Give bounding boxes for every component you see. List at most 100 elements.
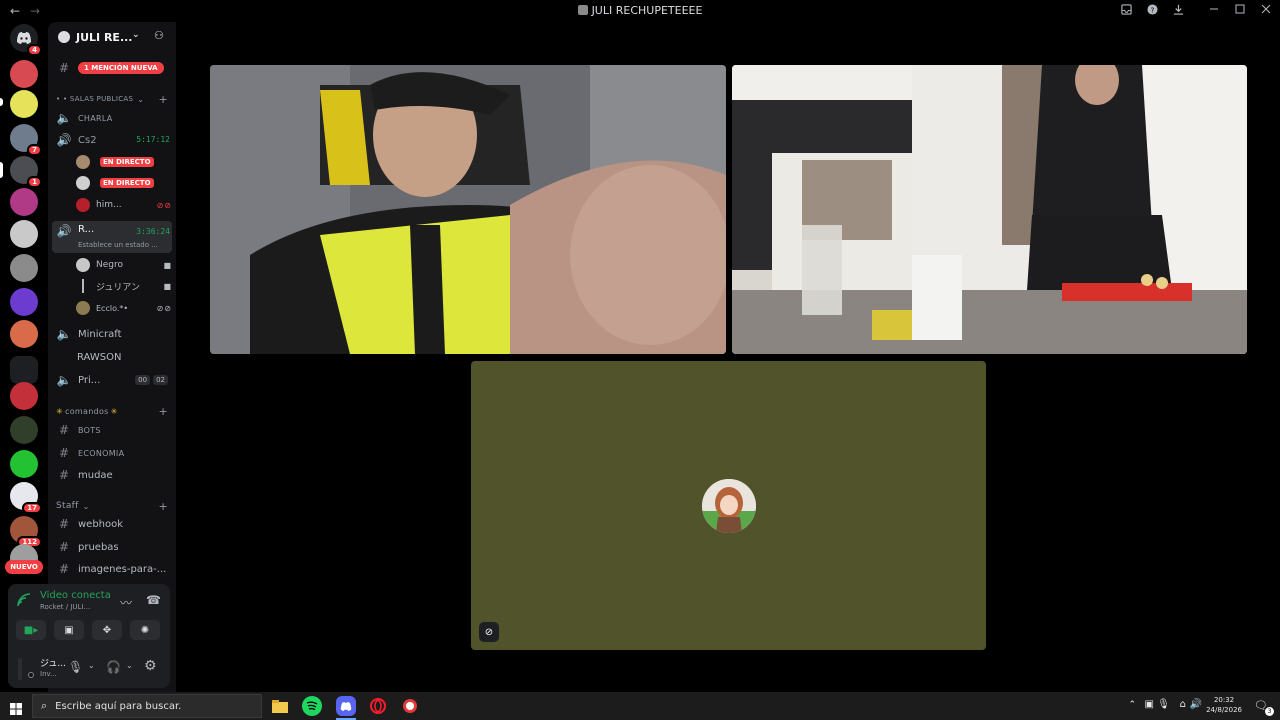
server-icon[interactable] bbox=[10, 416, 38, 444]
webcam-feed-person-in-jersey bbox=[210, 65, 726, 354]
back-arrow-icon[interactable]: ← bbox=[10, 4, 20, 18]
chevron-up-icon[interactable]: ⌃ bbox=[1128, 700, 1136, 710]
guild-header[interactable]: JULI RE... ⌄ ⚇ bbox=[48, 22, 176, 52]
server-icon[interactable] bbox=[10, 90, 38, 118]
category-salas-publicas[interactable]: • • SALAS PUBLICAS ⌄ + bbox=[56, 92, 168, 106]
text-channel-pruebas[interactable]: # pruebas bbox=[52, 537, 172, 557]
hash-icon: # bbox=[58, 423, 70, 437]
server-icon[interactable]: 17 bbox=[10, 482, 42, 514]
text-channel-economia[interactable]: # ECONOMIA bbox=[52, 443, 172, 463]
download-icon[interactable] bbox=[1172, 3, 1184, 15]
settings-gear-icon[interactable]: ⚙ bbox=[144, 658, 157, 674]
search-placeholder: Escribe aquí para buscar. bbox=[55, 700, 182, 712]
direct-messages-button[interactable]: 4 bbox=[10, 24, 42, 56]
voice-channel-private[interactable]: 🔈 Pri... 00 02 bbox=[52, 370, 172, 390]
voice-user-ecclo[interactable]: Ecclo.*• ⊘⊘ bbox=[76, 299, 172, 317]
category-comandos[interactable]: ✳ comandos ✳ + bbox=[56, 404, 168, 418]
inbox-icon[interactable] bbox=[1120, 3, 1132, 15]
channel-label: R... bbox=[78, 224, 95, 235]
server-icon[interactable]: 1 bbox=[10, 156, 42, 188]
chevron-down-icon[interactable]: ⌄ bbox=[126, 661, 133, 670]
server-icon[interactable] bbox=[10, 188, 38, 216]
network-icon[interactable]: ⌂ bbox=[1180, 699, 1186, 710]
category-staff[interactable]: Staff ⌄ + bbox=[56, 499, 168, 513]
server-icon[interactable] bbox=[10, 288, 38, 316]
chevron-down-icon[interactable]: ⌄ bbox=[88, 661, 95, 670]
server-icon[interactable] bbox=[10, 450, 38, 478]
server-icon[interactable] bbox=[10, 382, 38, 410]
headphones-icon[interactable]: 🎧 bbox=[106, 660, 121, 674]
app-launcher-icon[interactable] bbox=[400, 696, 420, 716]
voice-channel-current[interactable]: 🔊 R... 3:36:24 Establece un estado ... bbox=[52, 221, 172, 253]
tray-app-icon[interactable]: ▣ bbox=[1145, 699, 1154, 710]
signal-strength-icon[interactable] bbox=[16, 592, 34, 610]
maximize-icon[interactable] bbox=[1234, 3, 1246, 15]
unread-indicator bbox=[0, 98, 3, 106]
user-bar: ジュ... Inv... 🎙 ⌄ 🎧 ⌄ ⚙ bbox=[8, 650, 170, 688]
server-icon[interactable]: 7 bbox=[10, 124, 42, 156]
discord-taskbar-icon[interactable] bbox=[336, 696, 356, 716]
server-icon[interactable] bbox=[10, 320, 38, 348]
activities-button[interactable]: ✥ bbox=[92, 620, 122, 640]
server-icon[interactable] bbox=[10, 356, 38, 384]
video-tile-participant-3[interactable]: ⊘ bbox=[471, 361, 986, 650]
set-status-prompt[interactable]: Establece un estado ... bbox=[78, 241, 158, 249]
add-channel-icon[interactable]: + bbox=[158, 405, 168, 418]
microphone-icon[interactable]: 🎙 bbox=[68, 660, 83, 674]
voice-channel-charla[interactable]: 🔈 CHARLA bbox=[52, 108, 172, 128]
video-tile-participant-1[interactable] bbox=[210, 65, 726, 354]
hash-icon: # bbox=[58, 468, 70, 482]
soundboard-button[interactable]: ✺ bbox=[130, 620, 160, 640]
file-explorer-icon[interactable] bbox=[270, 696, 290, 716]
voice-channel-minicraft[interactable]: 🔈 Minicraft bbox=[52, 324, 172, 344]
text-channel-bots[interactable]: # BOTS bbox=[52, 420, 172, 440]
voice-user-live-2[interactable]: EN DIRECTO bbox=[76, 174, 172, 192]
voice-user-him[interactable]: him... ⊘⊘ bbox=[76, 196, 172, 214]
new-servers-pill[interactable]: NUEVO bbox=[5, 560, 43, 574]
noise-suppression-icon[interactable]: 〰 bbox=[120, 594, 132, 611]
text-channel-mudae[interactable]: # mudae bbox=[52, 465, 172, 485]
avatar[interactable] bbox=[18, 658, 22, 680]
channel-rawson[interactable]: RAWSON bbox=[52, 347, 172, 367]
channel-timer: 5:17:12 bbox=[136, 135, 170, 144]
server-icon[interactable]: 112 bbox=[10, 516, 42, 548]
voice-channel-cs2[interactable]: 🔊 Cs2 5:17:12 bbox=[52, 130, 172, 150]
video-tile-participant-2[interactable] bbox=[732, 65, 1247, 354]
minimize-icon[interactable] bbox=[1208, 3, 1220, 15]
avatar bbox=[76, 176, 90, 190]
text-channel-webhook[interactable]: # webhook bbox=[52, 514, 172, 534]
invite-people-icon[interactable]: ⚇ bbox=[154, 29, 164, 42]
add-channel-icon[interactable]: + bbox=[158, 93, 168, 106]
search-icon: ⌕ bbox=[41, 699, 48, 712]
microphone-tray-icon[interactable]: 🎙 bbox=[1157, 699, 1170, 710]
system-clock[interactable]: 20:32 24/8/2026 bbox=[1206, 695, 1242, 715]
windows-start-icon[interactable] bbox=[10, 700, 22, 715]
hash-icon: # bbox=[58, 540, 70, 554]
forward-arrow-icon[interactable]: → bbox=[30, 4, 40, 18]
help-icon[interactable]: ? bbox=[1146, 3, 1158, 15]
connection-status[interactable]: Video conectado bbox=[40, 590, 110, 601]
add-channel-icon[interactable]: + bbox=[158, 500, 168, 513]
mention-banner[interactable]: 1 MENCIÓN NUEVA bbox=[78, 62, 164, 74]
server-icon[interactable] bbox=[10, 220, 38, 248]
screen-share-button[interactable]: ▣ bbox=[54, 620, 84, 640]
voice-user-live-1[interactable]: EN DIRECTO bbox=[76, 153, 172, 171]
camera-toggle-button[interactable]: ■▸ bbox=[16, 620, 46, 640]
voice-user-juri[interactable]: ジュリアン ■ bbox=[76, 277, 172, 295]
mention-banner-row[interactable]: # 1 MENCIÓN NUEVA bbox=[52, 58, 172, 78]
user-name[interactable]: ジュ... bbox=[40, 656, 66, 669]
server-icon[interactable] bbox=[10, 60, 38, 88]
voice-user-negro[interactable]: Negro ■ bbox=[76, 256, 172, 274]
avatar bbox=[76, 301, 90, 315]
disconnect-icon[interactable]: ☎ bbox=[146, 593, 161, 607]
taskbar-search[interactable]: ⌕ Escribe aquí para buscar. bbox=[32, 694, 262, 718]
close-icon[interactable] bbox=[1260, 3, 1272, 15]
text-channel-imagenes[interactable]: # imagenes-para-... bbox=[52, 559, 172, 579]
opera-gx-icon[interactable] bbox=[368, 696, 388, 716]
volume-icon[interactable]: 🔊 bbox=[1190, 699, 1202, 710]
spotify-icon[interactable] bbox=[302, 696, 322, 716]
server-avatar bbox=[10, 382, 38, 410]
connection-channel[interactable]: Rocket / JULI... bbox=[40, 603, 114, 611]
server-icon[interactable] bbox=[10, 254, 38, 282]
avatar bbox=[76, 198, 90, 212]
